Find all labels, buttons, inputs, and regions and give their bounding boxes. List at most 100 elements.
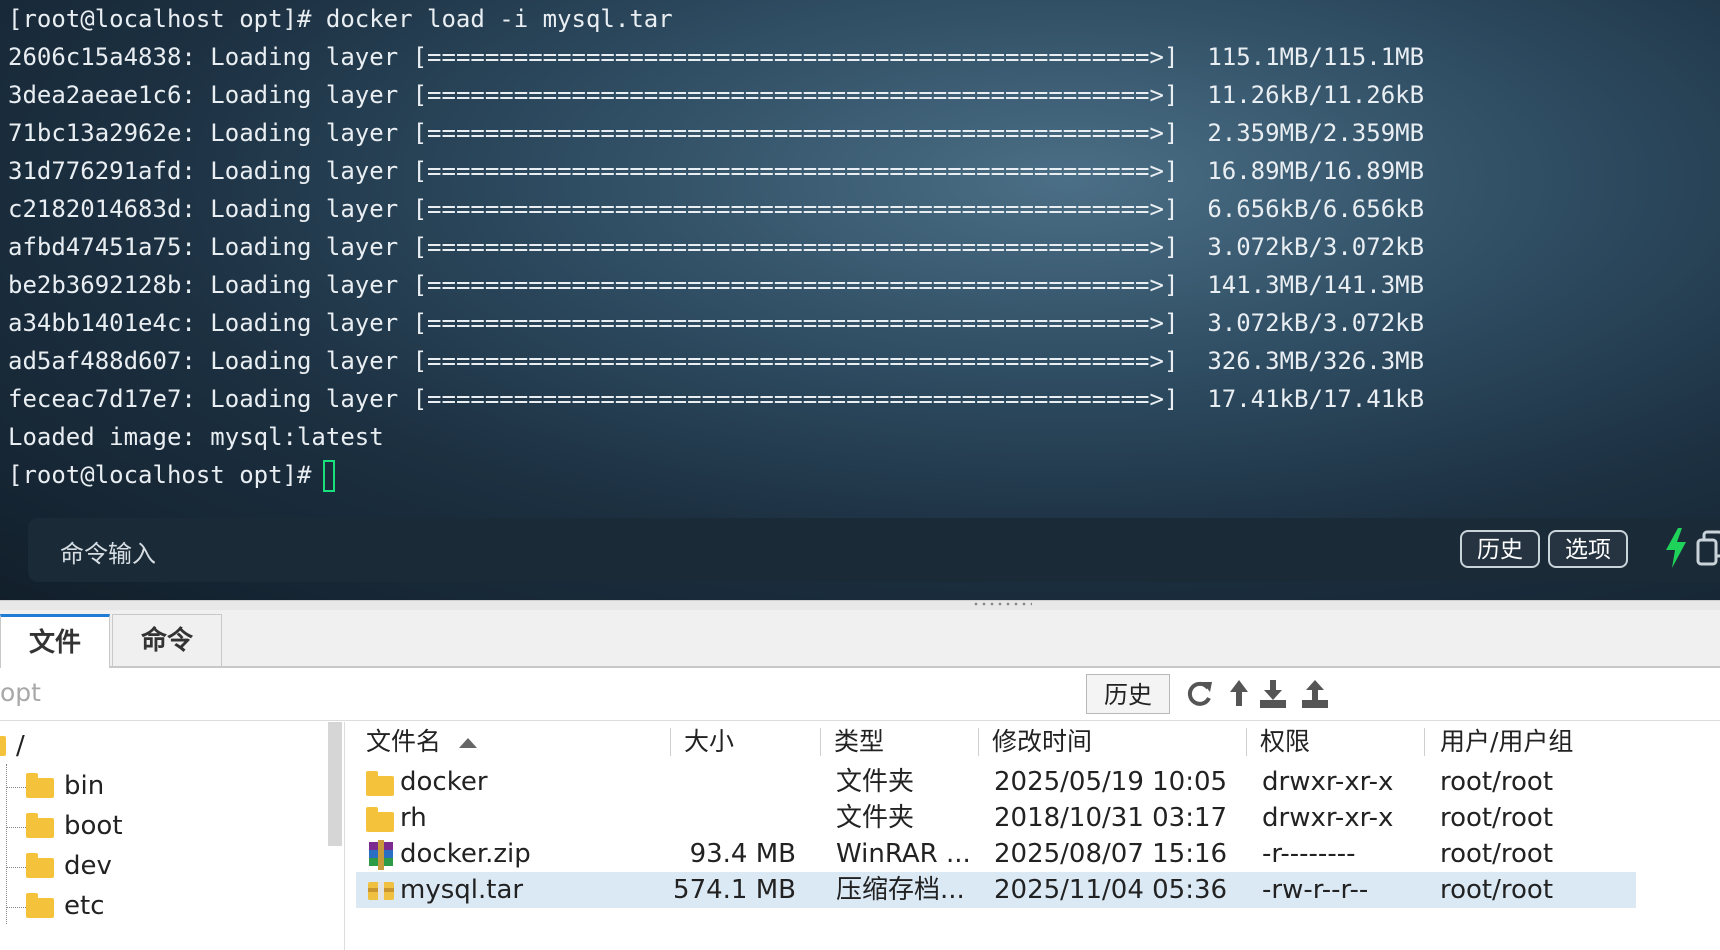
layer-size: 16.89MB/16.89MB xyxy=(1207,157,1425,185)
file-owner: root/root xyxy=(1440,839,1554,869)
folder-icon xyxy=(26,853,54,878)
folder-icon xyxy=(366,807,394,832)
layer-line: 3dea2aeae1c6: Loading layer [===========… xyxy=(8,76,1424,114)
layer-id: afbd47451a75: xyxy=(8,233,196,261)
tree-item-root[interactable]: / xyxy=(16,726,25,766)
app-window: [root@localhost opt]# docker load -i mys… xyxy=(0,0,1720,950)
layer-label: Loading layer xyxy=(210,271,399,299)
column-divider[interactable] xyxy=(670,728,671,756)
layer-size: 11.26kB/11.26kB xyxy=(1207,81,1425,109)
tree-item-etc[interactable]: etc xyxy=(64,886,105,926)
layer-line: ad5af488d607: Loading layer [===========… xyxy=(8,342,1424,380)
file-size: 574.1 MB xyxy=(673,875,796,905)
layer-id: 2606c15a4838: xyxy=(8,43,196,71)
layer-id: be2b3692128b: xyxy=(8,271,196,299)
winrar-archive-icon xyxy=(369,840,393,870)
layer-line: c2182014683d: Loading layer [===========… xyxy=(8,190,1424,228)
splitter-grip[interactable] xyxy=(972,602,1032,606)
layer-progress-bar: [=======================================… xyxy=(412,385,1179,413)
file-row-selected[interactable]: mysql.tar 574.1 MB 压缩存档... 2025/11/04 05… xyxy=(356,872,1636,908)
history-button[interactable]: 历史 xyxy=(1460,530,1540,568)
tree-scrollbar[interactable] xyxy=(328,722,342,846)
layer-size: 141.3MB/141.3MB xyxy=(1207,271,1425,299)
file-name: rh xyxy=(400,803,427,833)
copy-icon[interactable] xyxy=(1696,530,1720,568)
sort-ascending-icon xyxy=(459,738,478,748)
file-size xyxy=(656,800,796,836)
column-divider[interactable] xyxy=(1424,728,1425,756)
column-divider[interactable] xyxy=(820,728,821,756)
layer-label: Loading layer xyxy=(210,385,399,413)
layer-id: 71bc13a2962e: xyxy=(8,119,196,147)
options-button[interactable]: 选项 xyxy=(1548,530,1628,568)
column-header-permissions[interactable]: 权限 xyxy=(1260,726,1310,758)
command-input-bar[interactable]: 命令输入 历史 选项 xyxy=(28,518,1720,582)
column-header-type[interactable]: 类型 xyxy=(834,726,884,758)
tree-item-boot[interactable]: boot xyxy=(64,806,123,846)
tar-archive-icon xyxy=(368,882,394,900)
column-header-size[interactable]: 大小 xyxy=(684,726,734,758)
layer-label: Loading layer xyxy=(210,119,399,147)
file-name: docker xyxy=(400,767,488,797)
layer-progress-bar: [=======================================… xyxy=(412,233,1179,261)
column-header-owner[interactable]: 用户/用户组 xyxy=(1440,726,1573,758)
download-icon[interactable] xyxy=(1258,678,1288,710)
column-divider[interactable] xyxy=(1246,728,1247,756)
folder-icon xyxy=(366,771,394,796)
layer-line: 2606c15a4838: Loading layer [===========… xyxy=(8,38,1424,76)
layer-id: 3dea2aeae1c6: xyxy=(8,81,196,109)
layer-progress-bar: [=======================================… xyxy=(412,195,1179,223)
file-row[interactable]: rh 文件夹 2018/10/31 03:17 drwxr-xr-x root/… xyxy=(356,800,1636,836)
file-list[interactable]: 文件名 大小 类型 修改时间 权限 用户/用户组 docker 文件夹 2025… xyxy=(352,722,1720,950)
layer-line: afbd47451a75: Loading layer [===========… xyxy=(8,228,1424,266)
file-type: WinRAR ... xyxy=(836,839,971,869)
layer-progress-bar: [=======================================… xyxy=(412,347,1179,375)
layer-id: ad5af488d607: xyxy=(8,347,196,375)
tab-files[interactable]: 文件 xyxy=(0,614,110,668)
file-size: 93.4 MB xyxy=(689,839,796,869)
column-header-mtime[interactable]: 修改时间 xyxy=(992,726,1092,758)
layer-size: 115.1MB/115.1MB xyxy=(1207,43,1425,71)
path-history-button[interactable]: 历史 xyxy=(1086,674,1170,714)
file-type: 压缩存档... xyxy=(836,875,965,905)
terminal-command-line: [root@localhost opt]# docker load -i mys… xyxy=(8,5,673,33)
file-permissions: -rw-r--r-- xyxy=(1262,875,1369,905)
layer-line: feceac7d17e7: Loading layer [===========… xyxy=(8,380,1424,418)
path-input[interactable]: opt xyxy=(0,678,41,707)
file-type: 文件夹 xyxy=(836,803,915,833)
layer-size: 3.072kB/3.072kB xyxy=(1207,309,1425,337)
upload-icon[interactable] xyxy=(1300,678,1330,710)
layer-progress-bar: [=======================================… xyxy=(412,43,1179,71)
layer-label: Loading layer xyxy=(210,195,399,223)
terminal-panel[interactable]: [root@localhost opt]# docker load -i mys… xyxy=(0,0,1720,600)
bottom-tab-bar: 文件 命令 xyxy=(0,610,1720,668)
layer-id: 31d776291afd: xyxy=(8,157,196,185)
file-mtime: 2025/11/04 05:36 xyxy=(994,875,1228,905)
file-owner: root/root xyxy=(1440,767,1554,797)
up-directory-icon[interactable] xyxy=(1224,678,1254,710)
column-divider[interactable] xyxy=(978,728,979,756)
layer-progress-bar: [=======================================… xyxy=(412,119,1179,147)
file-type: 文件夹 xyxy=(836,767,915,797)
lightning-icon[interactable] xyxy=(1664,528,1688,568)
prompt-line[interactable]: [root@localhost opt]# xyxy=(8,456,1424,494)
file-permissions: -r-------- xyxy=(1262,839,1356,869)
tree-guide-line xyxy=(6,827,26,829)
layer-line: be2b3692128b: Loading layer [===========… xyxy=(8,266,1424,304)
tree-item-bin[interactable]: bin xyxy=(64,766,104,806)
layer-line: 71bc13a2962e: Loading layer [===========… xyxy=(8,114,1424,152)
layer-label: Loading layer xyxy=(210,43,399,71)
tab-commands[interactable]: 命令 xyxy=(112,614,222,666)
file-row[interactable]: docker.zip 93.4 MB WinRAR ... 2025/08/07… xyxy=(356,836,1636,872)
directory-tree[interactable]: / bin boot dev etc xyxy=(0,722,345,950)
column-header-name[interactable]: 文件名 xyxy=(366,726,478,758)
file-row[interactable]: docker 文件夹 2025/05/19 10:05 drwxr-xr-x r… xyxy=(356,764,1636,800)
file-mtime: 2025/05/19 10:05 xyxy=(994,767,1228,797)
file-list-header: 文件名 大小 类型 修改时间 权限 用户/用户组 xyxy=(352,722,1720,762)
file-name: mysql.tar xyxy=(400,875,524,905)
tree-guide-line xyxy=(6,907,26,909)
layer-label: Loading layer xyxy=(210,233,399,261)
layer-progress-bar: [=======================================… xyxy=(412,81,1179,109)
tree-item-dev[interactable]: dev xyxy=(64,846,112,886)
refresh-icon[interactable] xyxy=(1184,678,1214,710)
